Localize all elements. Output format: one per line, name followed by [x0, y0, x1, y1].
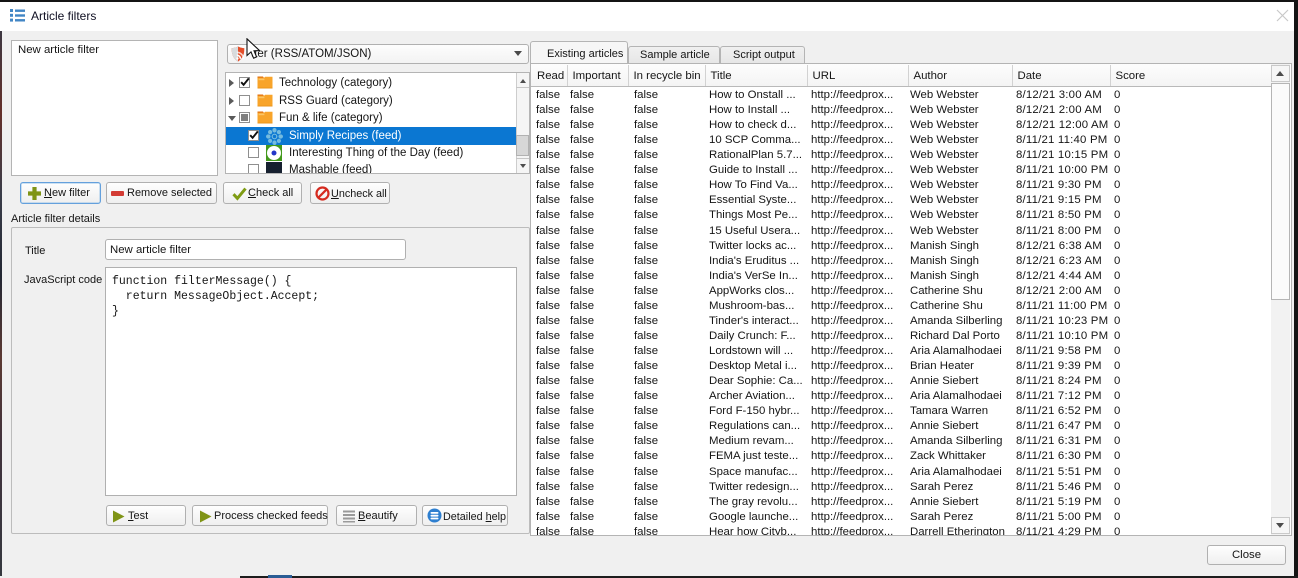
svg-text:м: м: [271, 170, 276, 174]
